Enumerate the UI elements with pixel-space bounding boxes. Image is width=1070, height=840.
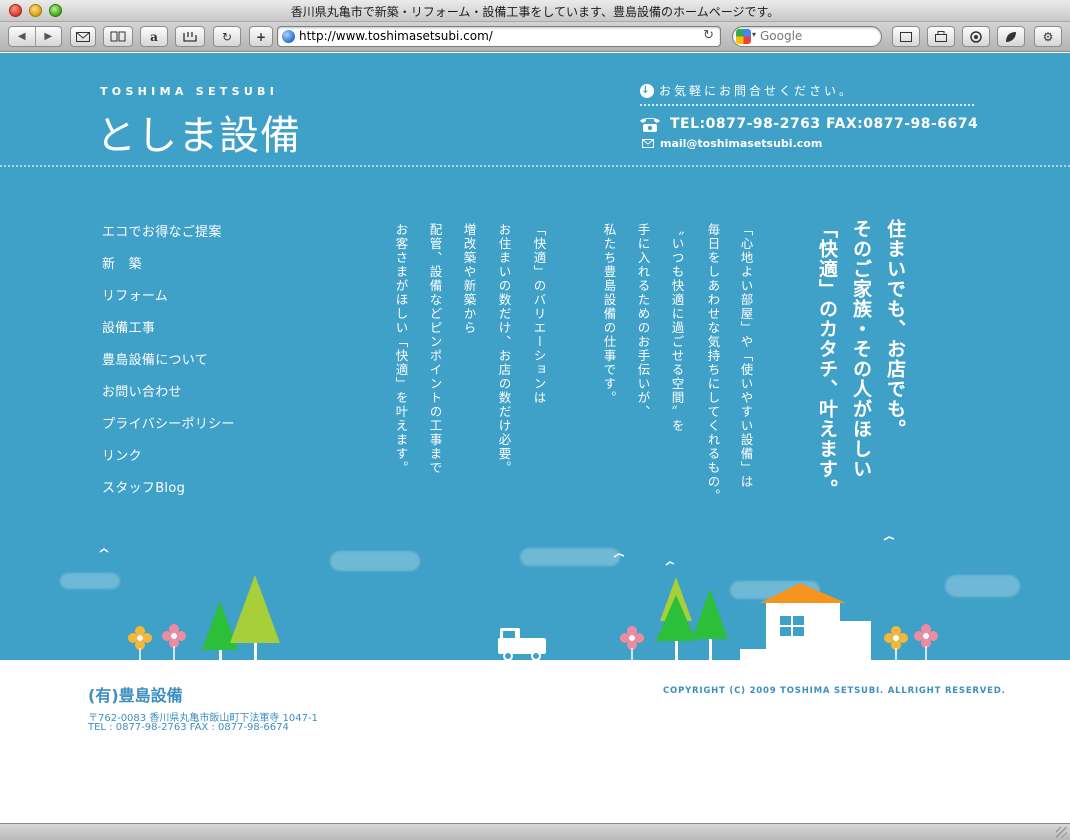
bird-icon <box>665 561 675 566</box>
address-reload-icon[interactable]: ↻ <box>703 28 714 43</box>
flower <box>128 626 152 663</box>
body-line-1: 「心地よい部屋」や「使いやすい設備」は <box>738 223 754 489</box>
header-divider <box>0 165 1070 167</box>
flower <box>884 626 908 663</box>
browser-toolbar: ◀ ▶ a ↻ + http://www.toshimasetsubi.com/… <box>0 22 1070 52</box>
body-line-5: 私たち豊島設備の仕事です。 <box>601 223 617 405</box>
activity-icon[interactable] <box>962 26 990 47</box>
nav-item-eco[interactable]: エコでお得なご提案 <box>102 221 235 253</box>
footer-tel-fax: TEL : 0877-98-2763 FAX : 0877-98-6674 <box>88 722 289 733</box>
body-line-8: 増改築や新築から <box>461 223 477 335</box>
lead-line-2: そのご家族・その人がほしい <box>850 219 872 479</box>
mail-icon[interactable] <box>70 26 96 47</box>
status-bar <box>0 823 1070 840</box>
contact-prompt: ↓ お気軽にお問合せください。 <box>640 82 854 99</box>
body-line-2: 毎日をしあわせな気持ちにしてくれるもの。 <box>705 223 721 503</box>
back-forward-buttons: ◀ ▶ <box>8 26 62 47</box>
phone-icon <box>640 118 660 132</box>
leaf-icon[interactable] <box>997 26 1025 47</box>
phone-fax-text: TEL:0877-98-2763 FAX:0877-98-6674 <box>670 116 979 132</box>
google-icon <box>736 29 751 44</box>
footer-company-name: (有)豊島設備 <box>88 686 183 705</box>
contact-prompt-text: お気軽にお問合せください。 <box>659 84 855 98</box>
body-line-10: お客さまがほしい「快適」を叶えます。 <box>393 223 409 475</box>
lead-line-1: 住まいでも、お店でも。 <box>884 219 906 439</box>
reload-icon[interactable]: ↻ <box>213 26 241 47</box>
nav-item-about[interactable]: 豊島設備について <box>102 349 235 381</box>
phone-fax: TEL:0877-98-2763 FAX:0877-98-6674 <box>638 115 978 133</box>
copyright: COPYRIGHT (C) 2009 TOSHIMA SETSUBI. ALLR… <box>663 686 1006 696</box>
window-title: 香川県丸亀市で新築・リフォーム・設備工事をしています、豊島設備のホームページです… <box>290 5 780 19</box>
forward-icon[interactable]: ▶ <box>36 31 62 42</box>
bird-icon <box>99 548 109 553</box>
gear-icon[interactable]: ⚙ <box>1034 26 1062 47</box>
globe-icon <box>282 30 295 43</box>
nav-item-privacy[interactable]: プライバシーポリシー <box>102 413 235 445</box>
nav-item-links[interactable]: リンク <box>102 445 235 477</box>
landscape-illustration <box>0 536 1070 668</box>
envelope-icon <box>642 139 654 148</box>
email-contact[interactable]: mail@toshimasetsubi.com <box>642 137 822 150</box>
add-bookmark-icon[interactable]: + <box>249 26 273 47</box>
flower <box>914 624 938 663</box>
body-line-3: 〝いつも快適に過ごせる空間〟を <box>669 223 685 433</box>
nav-item-equipment[interactable]: 設備工事 <box>102 317 235 349</box>
flower <box>162 624 186 663</box>
nav-item-staff-blog[interactable]: スタッフBlog <box>102 477 235 509</box>
nav-item-new-build[interactable]: 新 築 <box>102 253 235 285</box>
contact-divider <box>640 104 974 106</box>
url-text: http://www.toshimasetsubi.com/ <box>299 29 493 43</box>
window-icon[interactable] <box>892 26 920 47</box>
body-line-4: 手に入れるためのお手伝いが、 <box>635 223 651 419</box>
chevron-down-icon[interactable]: ▾ <box>752 30 756 39</box>
main-navigation: エコでお得なご提案 新 築 リフォーム 設備工事 豊島設備について お問い合わせ… <box>102 221 235 509</box>
tree <box>692 589 728 639</box>
back-icon[interactable]: ◀ <box>9 31 35 42</box>
search-placeholder: Google <box>760 29 803 43</box>
amazon-icon[interactable]: a <box>140 26 168 47</box>
body-line-9: 配管、設備などピンポイントの工事まで <box>427 223 443 475</box>
arrow-down-icon: ↓ <box>640 83 654 98</box>
site-logo[interactable]: としま設備 <box>96 103 301 161</box>
address-bar[interactable]: http://www.toshimasetsubi.com/ ↻ <box>277 26 721 47</box>
email-text[interactable]: mail@toshimasetsubi.com <box>660 137 822 150</box>
resize-handle[interactable] <box>1056 827 1067 838</box>
house <box>740 583 871 663</box>
body-line-7: お住まいの数だけ、お店の数だけ必要。 <box>496 223 512 475</box>
nav-item-reform[interactable]: リフォーム <box>102 285 235 317</box>
nav-item-contact[interactable]: お問い合わせ <box>102 381 235 413</box>
web-page: TOSHIMA SETSUBI としま設備 ↓ お気軽にお問合せください。 TE… <box>0 53 1070 823</box>
tab-icon[interactable] <box>927 26 955 47</box>
tree <box>230 575 280 643</box>
window-titlebar: 香川県丸亀市で新築・リフォーム・設備工事をしています、豊島設備のホームページです… <box>0 0 1070 22</box>
bird-icon <box>883 536 895 541</box>
flower <box>620 626 644 663</box>
body-line-6: 「快適」のバリエーションは <box>531 223 547 405</box>
search-field[interactable]: ▾ Google <box>732 26 882 47</box>
lead-line-3: 「快適」のカタチ、叶えます。 <box>816 219 838 499</box>
brand-english: TOSHIMA SETSUBI <box>100 85 279 98</box>
bookmarks-icon[interactable] <box>103 26 133 47</box>
kanji-icon[interactable] <box>175 26 205 47</box>
bird-icon <box>613 553 625 558</box>
truck <box>498 628 546 661</box>
